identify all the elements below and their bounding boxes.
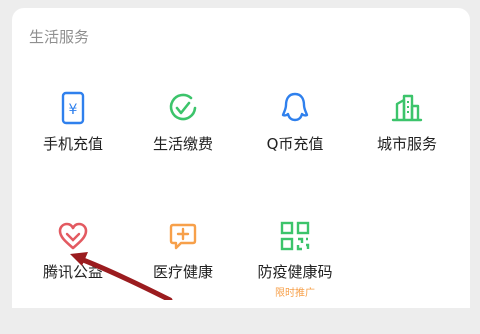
service-label: Q币充值: [266, 135, 324, 153]
services-row: ¥ 手机充值 生活缴费 Q币充值 城市服务: [12, 78, 470, 206]
medical-plus-icon: [128, 216, 238, 256]
charity-heart-icon: [18, 216, 128, 256]
services-grid: ¥ 手机充值 生活缴费 Q币充值 城市服务 腾讯公益 医疗健康 防疫健康码 限时…: [12, 78, 470, 334]
section-title: 生活服务: [29, 28, 90, 46]
qq-penguin-icon: [240, 88, 350, 128]
service-qcoin-topup[interactable]: Q币充值: [240, 78, 350, 188]
services-row: 腾讯公益 医疗健康 防疫健康码 限时推广: [12, 206, 470, 334]
bill-payment-icon: [128, 88, 238, 128]
service-label: 城市服务: [376, 135, 437, 153]
service-city[interactable]: 城市服务: [352, 78, 462, 188]
service-label: 腾讯公益: [42, 263, 103, 281]
svg-text:¥: ¥: [69, 102, 78, 118]
service-label: 生活缴费: [152, 135, 213, 153]
service-label: 手机充值: [42, 135, 103, 153]
mobile-topup-icon: ¥: [18, 88, 128, 128]
city-buildings-icon: [352, 88, 462, 128]
promo-tag: 限时推广: [275, 288, 315, 299]
service-label: 防疫健康码: [257, 263, 333, 281]
service-label: 医疗健康: [152, 263, 213, 281]
qr-code-icon: [240, 216, 350, 256]
service-mobile-topup[interactable]: ¥ 手机充值: [18, 78, 128, 188]
life-services-card: 生活服务 ¥ 手机充值 生活缴费 Q币充值 城市服务 腾讯公益 医疗健康 防疫健…: [12, 8, 470, 308]
service-bill-payment[interactable]: 生活缴费: [128, 78, 238, 188]
